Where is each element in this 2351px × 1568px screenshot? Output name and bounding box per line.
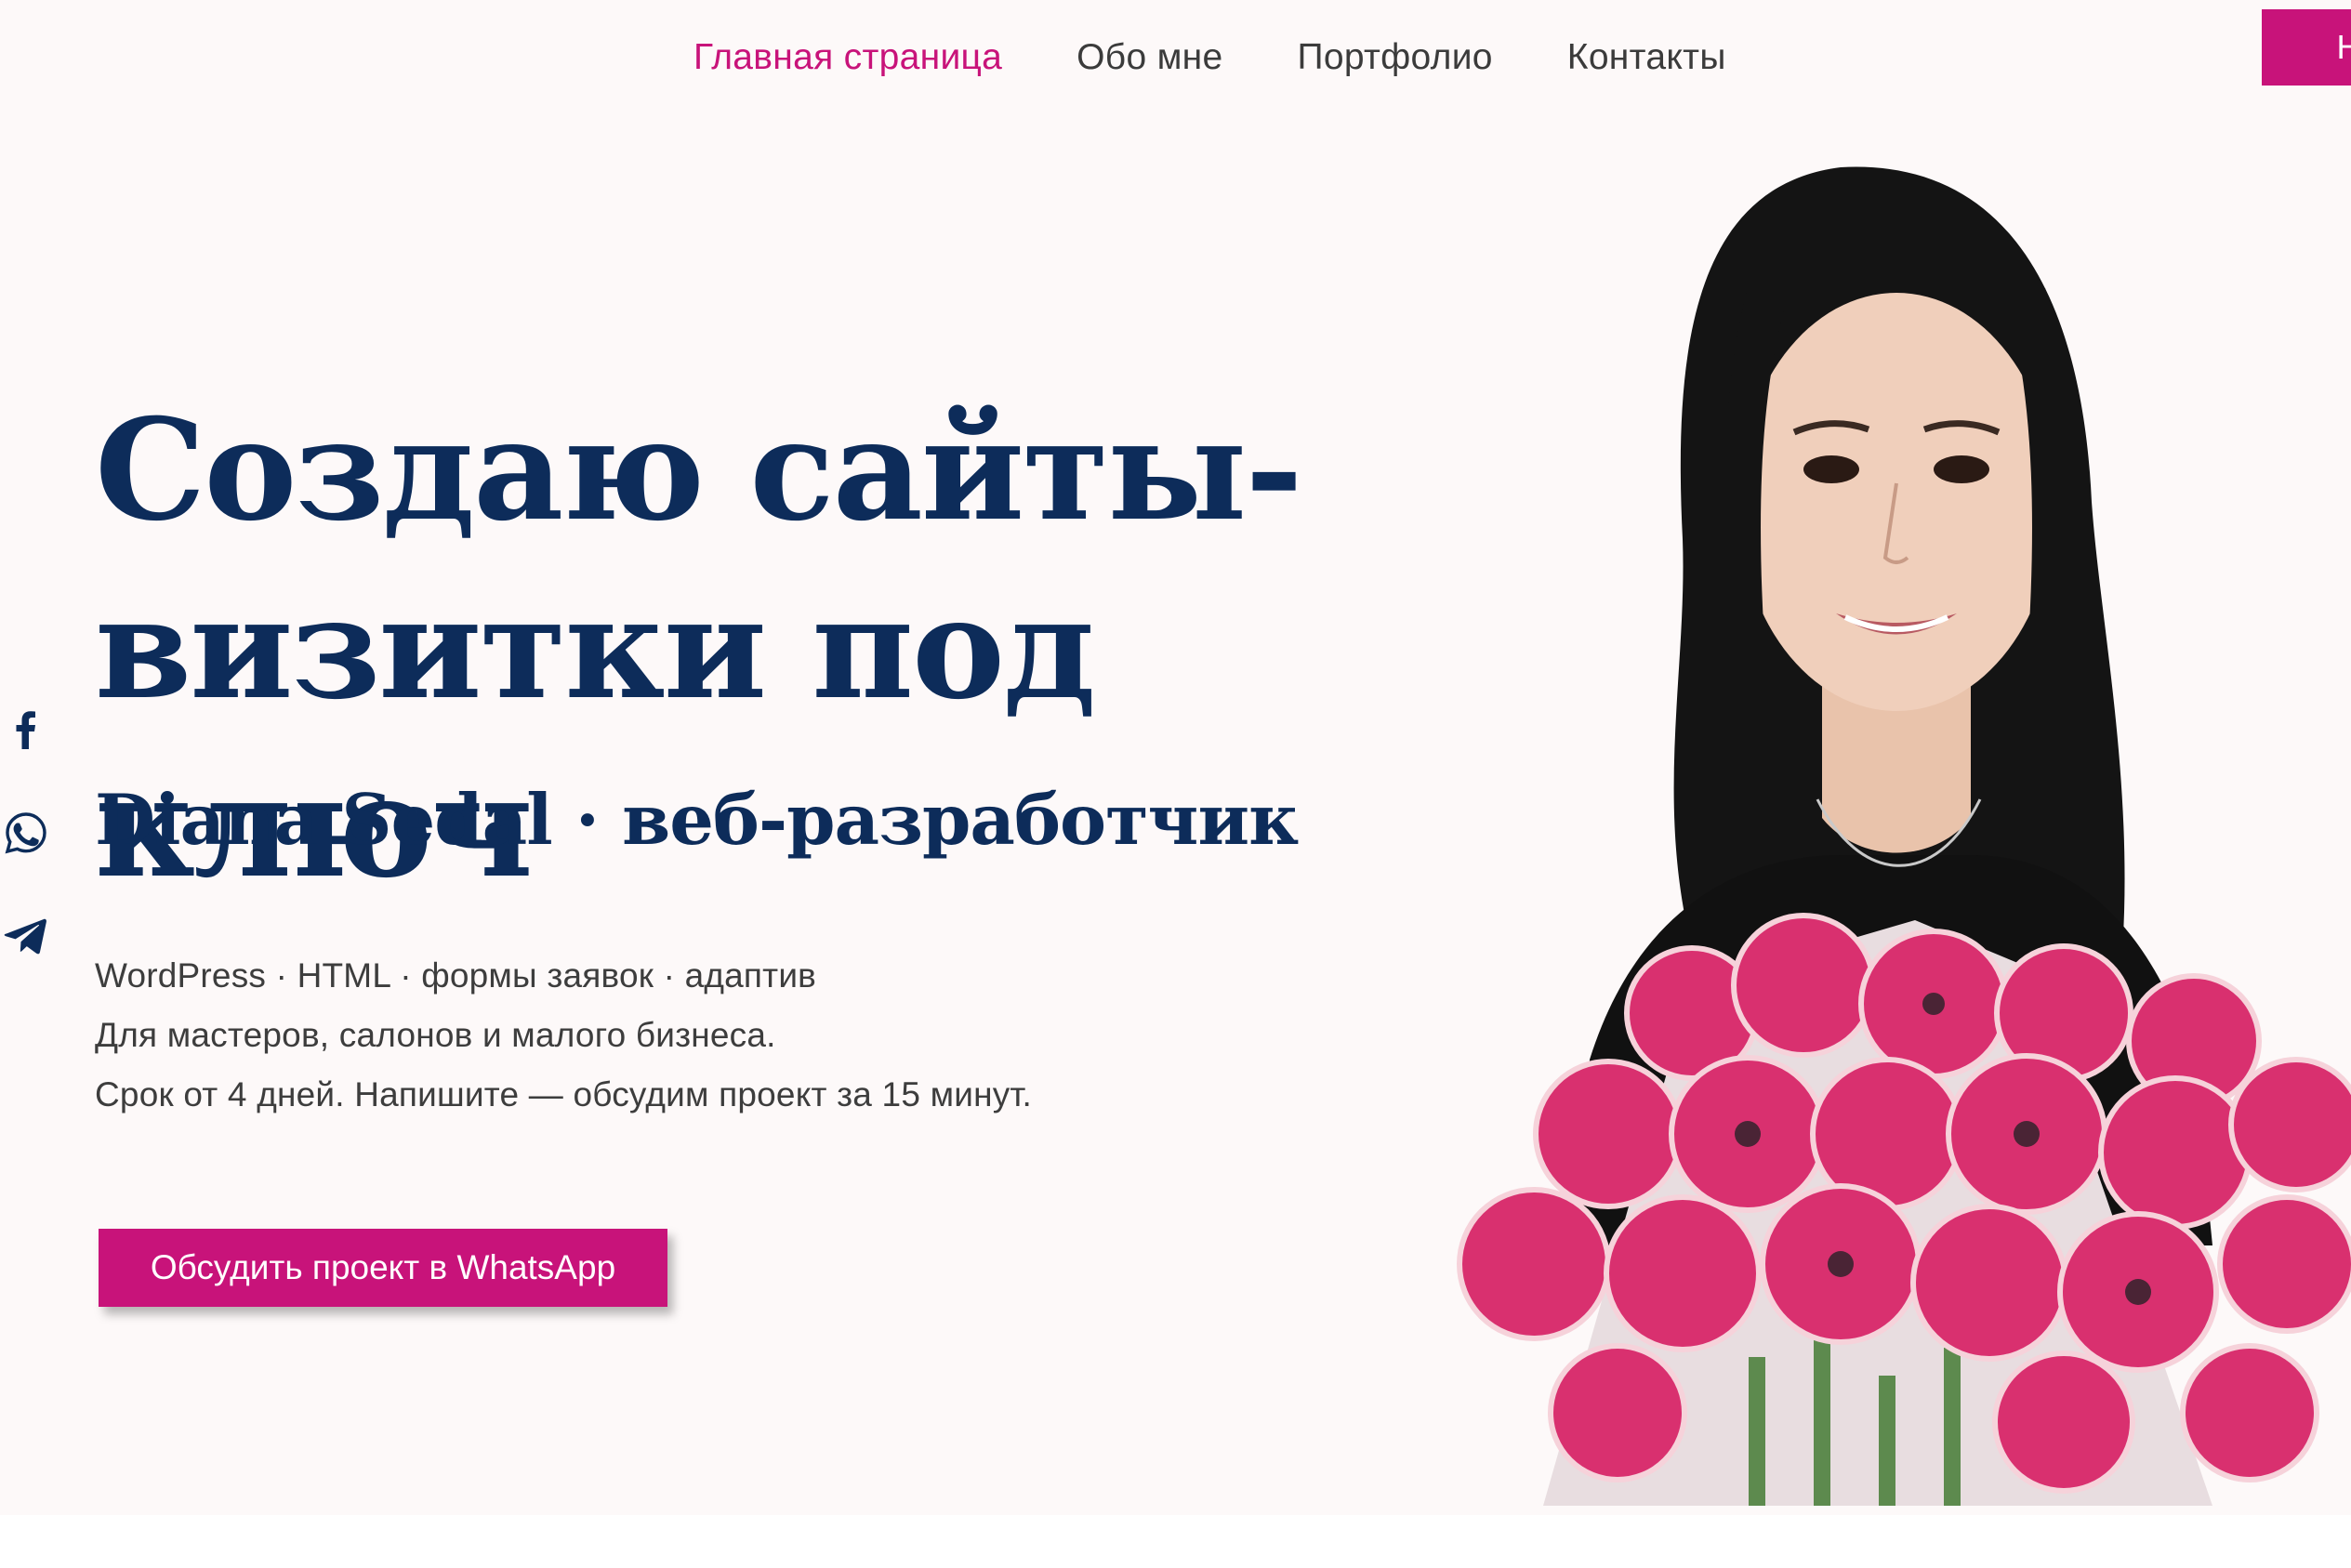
nav-item-contacts: Контакты <box>1567 30 1726 86</box>
hero-skills-line: WordPress · HTML · формы заявок · адапти… <box>95 956 817 995</box>
nav-link-home[interactable]: Главная страница <box>693 30 1002 86</box>
nav-item-home: Главная страница <box>693 30 1002 86</box>
hero-timing-line: Срок от 4 дней. Напишите — обсудим проек… <box>95 1075 1032 1113</box>
whatsapp-icon[interactable] <box>4 810 48 855</box>
telegram-icon[interactable] <box>4 913 48 957</box>
header-cta-button[interactable]: На <box>2262 9 2351 86</box>
nav-link-about[interactable]: Обо мне <box>1076 30 1222 86</box>
hero-title-line-1: Создаю сайты- <box>95 389 1303 552</box>
hero-audience-line: Для мастеров, салонов и малого бизнеса. <box>95 1016 776 1054</box>
facebook-icon[interactable] <box>4 706 48 751</box>
portrait-photo <box>1450 149 2351 1506</box>
nav-link-contacts[interactable]: Контакты <box>1567 30 1726 86</box>
hero-description: WordPress · HTML · формы заявок · адапти… <box>95 946 1303 1125</box>
top-navigation: Главная страница Обо мне Портфолио Конта… <box>0 0 2351 116</box>
nav-link-portfolio[interactable]: Портфолио <box>1298 30 1493 86</box>
nav-item-portfolio: Портфолио <box>1298 30 1493 86</box>
whatsapp-cta-button[interactable]: Обсудить проект в WhatsApp <box>99 1229 667 1307</box>
hero-subtitle: Diana Sedal · веб-разработчик <box>95 779 1299 861</box>
section-divider <box>0 1515 2351 1568</box>
nav-menu: Главная страница Обо мне Портфолио Конта… <box>693 30 1726 86</box>
nav-item-about: Обо мне <box>1076 30 1222 86</box>
